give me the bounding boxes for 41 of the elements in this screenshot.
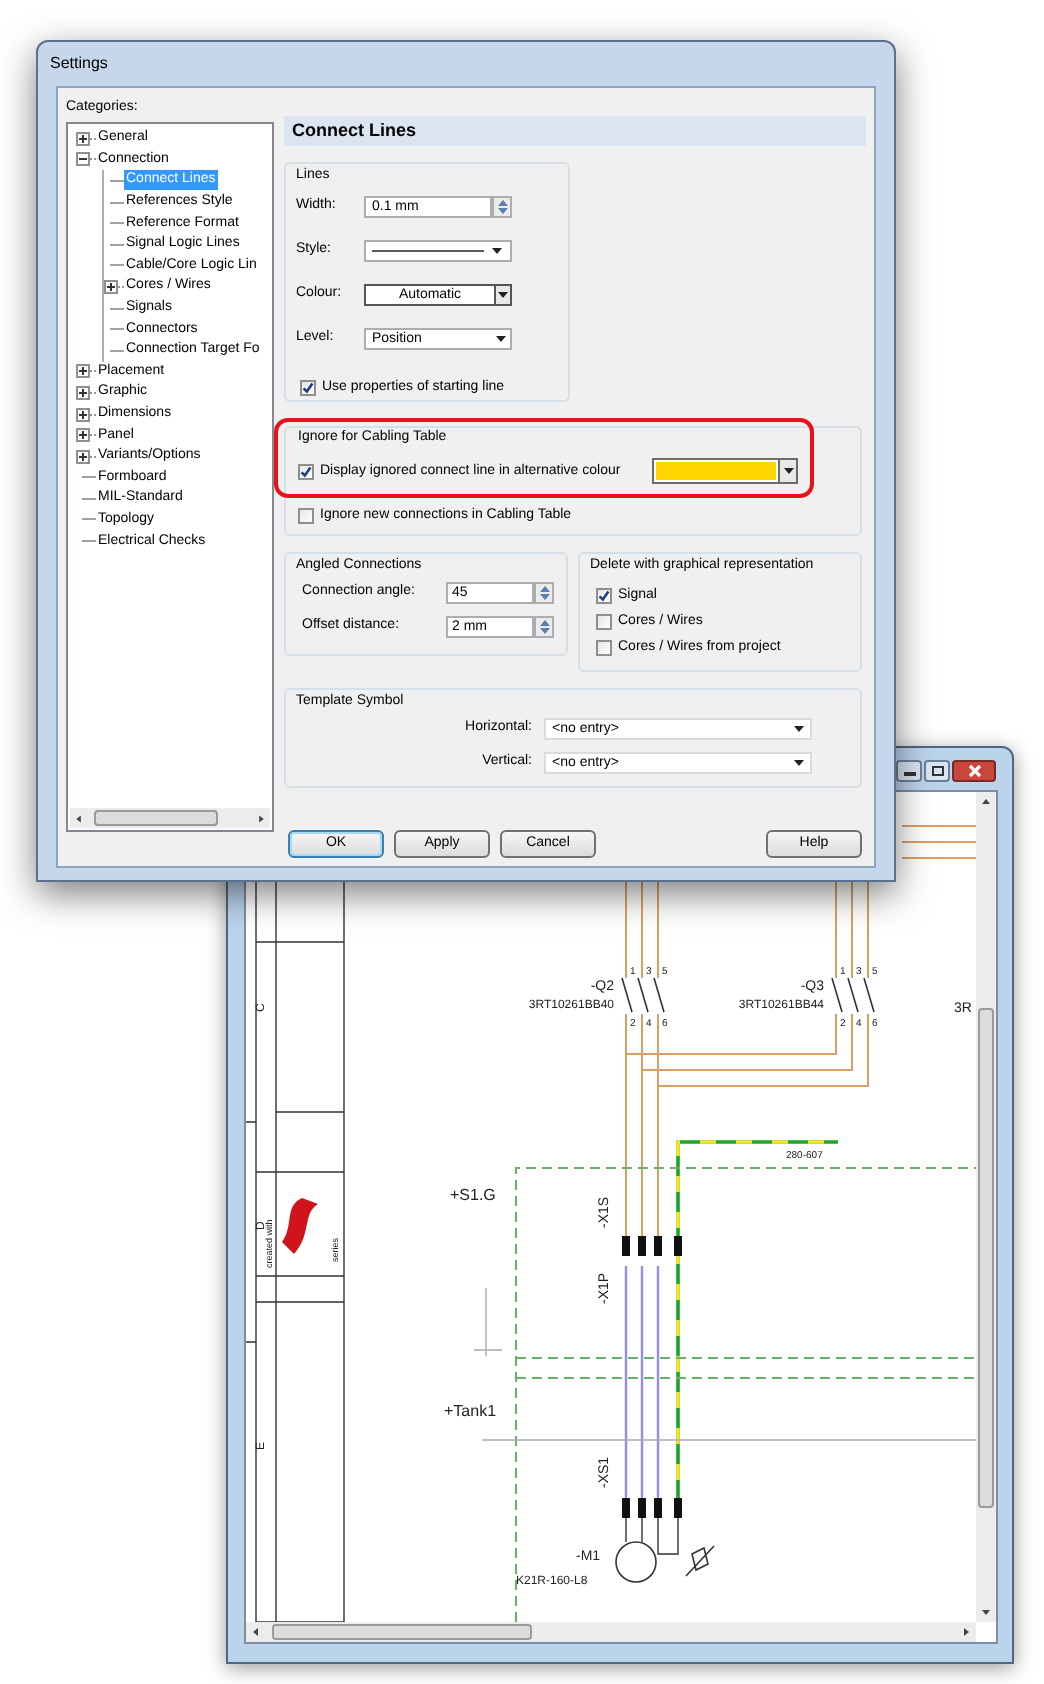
vertical-scrollbar[interactable] [976,792,996,1622]
horizontal-scrollbar[interactable] [246,1622,976,1642]
scroll-thumb[interactable] [272,1624,532,1640]
collapse-icon[interactable] [76,152,90,167]
style-dropdown[interactable] [364,240,512,262]
dropdown-arrow-icon[interactable] [498,292,508,298]
panel-header: Connect Lines [284,116,866,146]
checkbox[interactable] [300,379,316,395]
checkbox[interactable] [298,507,314,523]
horizontal-scrollbar[interactable] [70,808,270,828]
dropdown-arrow-icon[interactable] [783,468,793,474]
schematic-label: +S1.G [450,1186,496,1204]
scroll-thumb[interactable] [978,1008,994,1508]
maximize-button[interactable] [924,760,950,782]
logo-icon [282,1198,318,1254]
schematic-label: +Tank1 [444,1402,497,1420]
checkbox[interactable] [596,639,612,655]
spin-button[interactable] [534,616,554,638]
dropdown-arrow-icon[interactable] [794,726,804,732]
expand-icon[interactable] [76,428,90,443]
spin-button[interactable] [534,582,554,604]
checkbox[interactable] [596,613,612,629]
expand-icon[interactable] [76,131,90,146]
window-title: Settings [50,52,108,76]
colour-dropdown[interactable] [652,458,798,484]
expand-icon[interactable] [76,364,90,379]
expand-icon[interactable] [76,385,90,400]
expand-icon[interactable] [104,279,118,294]
checkbox[interactable] [596,587,612,603]
scroll-thumb[interactable] [94,810,218,826]
close-icon [967,764,981,778]
expand-icon[interactable] [76,449,90,464]
line-style-icon [372,248,484,254]
dropdown-arrow-icon[interactable] [794,760,804,766]
checkbox[interactable] [298,463,314,479]
dropdown-arrow-icon[interactable] [496,336,506,342]
expand-icon[interactable] [76,407,90,422]
dropdown-arrow-icon[interactable] [492,248,502,254]
close-button[interactable] [952,760,996,782]
spin-button[interactable] [492,196,512,218]
minimize-button[interactable] [896,760,922,782]
